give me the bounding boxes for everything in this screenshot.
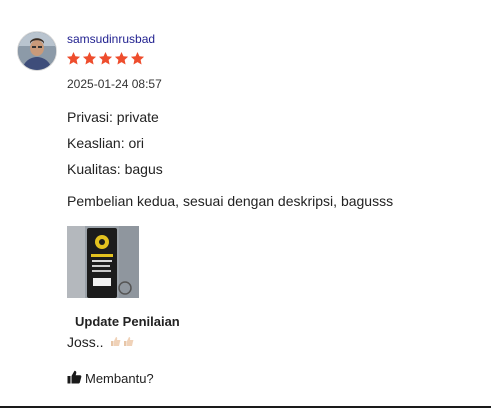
review-photo[interactable] — [67, 226, 139, 298]
helpful-label: Membantu? — [85, 371, 154, 386]
helpful-button[interactable]: Membantu? — [67, 370, 154, 387]
attribute-privasi: Privasi: private — [67, 109, 159, 125]
star-icon — [130, 51, 145, 65]
attribute-keaslian: Keaslian: ori — [67, 135, 145, 151]
rating-stars — [66, 51, 145, 66]
thumbs-up-emoji-icon — [123, 334, 134, 350]
emoji-group — [110, 334, 134, 350]
star-icon — [114, 51, 129, 65]
star-icon — [66, 51, 81, 65]
thumbs-up-icon — [67, 370, 82, 387]
star-icon — [98, 51, 113, 65]
star-icon — [82, 51, 97, 65]
update-review-title: Update Penilaian — [75, 314, 180, 329]
divider — [0, 406, 491, 408]
reviewer-username[interactable]: samsudinrusbad — [67, 32, 155, 46]
update-review-text-row: Joss.. — [67, 334, 134, 350]
review-card: samsudinrusbad 2025-01-24 08:57 Privasi:… — [0, 0, 491, 410]
review-timestamp: 2025-01-24 08:57 — [67, 77, 162, 91]
update-review-text: Joss.. — [67, 334, 104, 350]
thumbs-up-emoji-icon — [110, 334, 121, 350]
attribute-kualitas: Kualitas: bagus — [67, 161, 163, 177]
review-text: Pembelian kedua, sesuai dengan deskripsi… — [67, 193, 394, 209]
avatar[interactable] — [17, 31, 57, 71]
